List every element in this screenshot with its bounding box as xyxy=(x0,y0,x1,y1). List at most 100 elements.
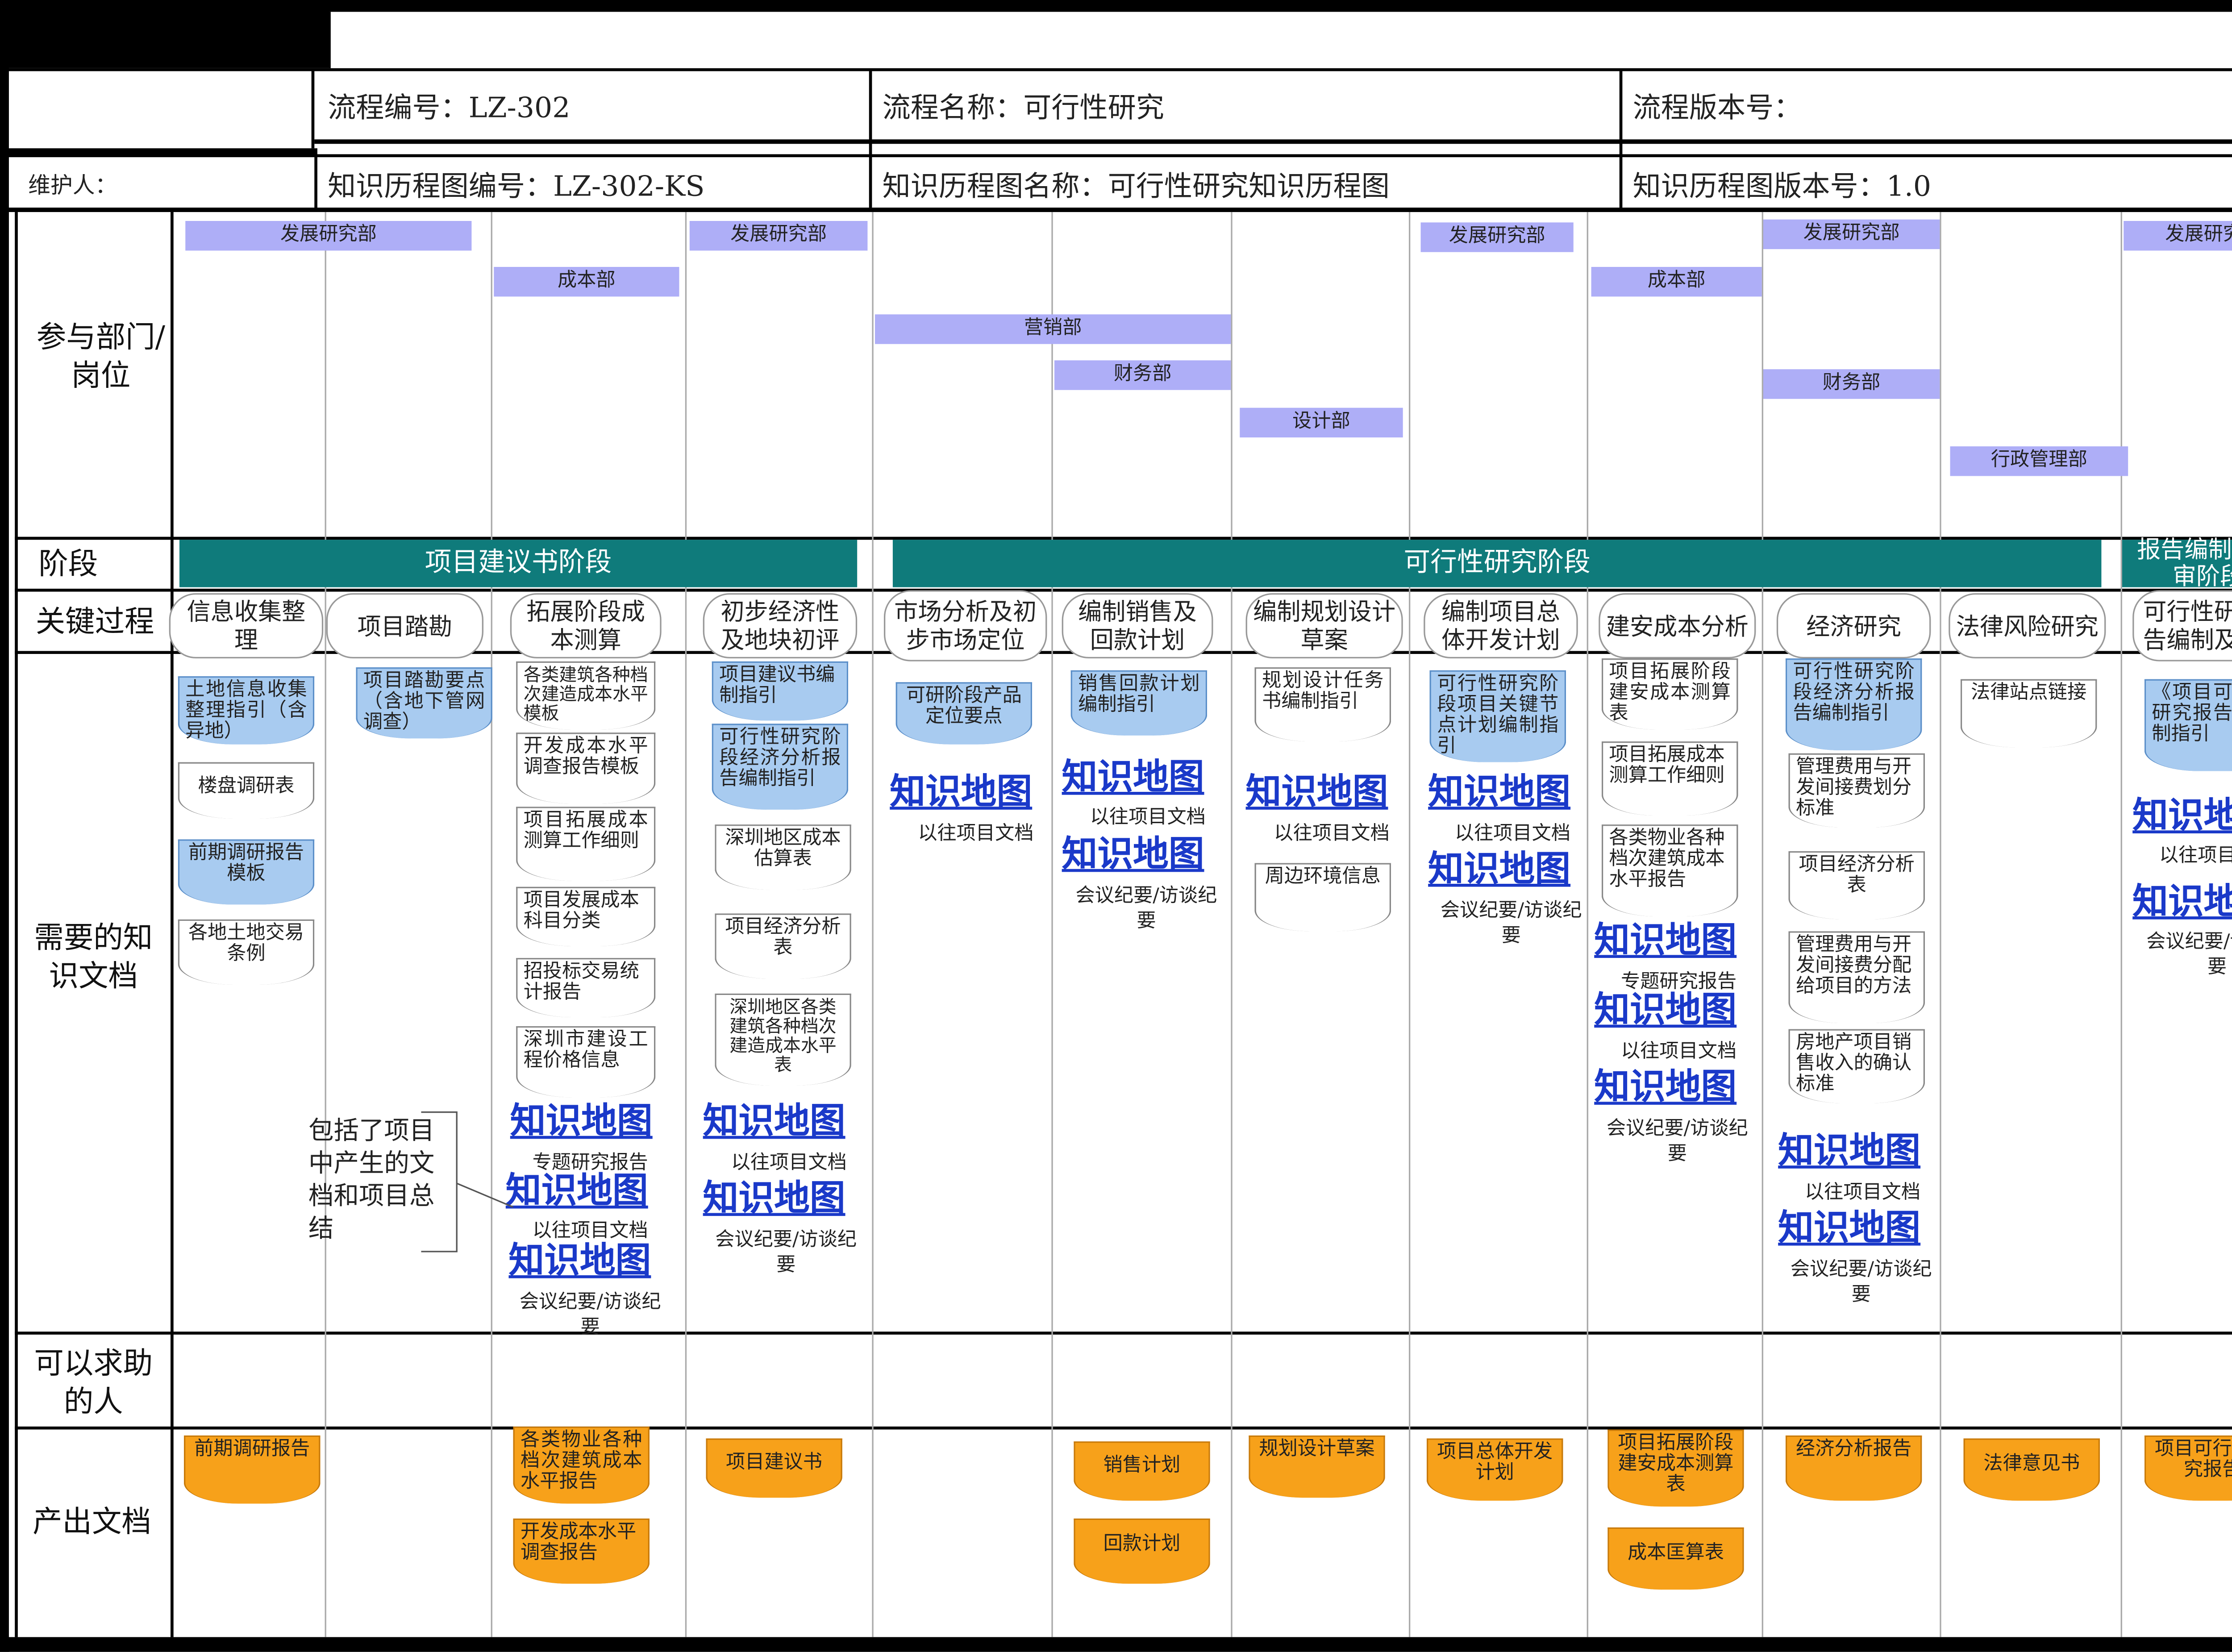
column-line xyxy=(872,212,874,1637)
row-label-helpers: 可以求助的人 xyxy=(34,1345,153,1419)
km-past-docs: 以往项目文档 xyxy=(1274,823,1390,845)
column-line xyxy=(325,212,326,1637)
knowledge-map-link[interactable]: 知识地图 xyxy=(1594,1066,1736,1108)
doc-management-fee-allocation[interactable]: 管理费用与开发间接费分配给项目的方法 xyxy=(1788,931,1925,1024)
knowledge-map-link[interactable]: 知识地图 xyxy=(2132,795,2232,836)
title-strip xyxy=(329,12,2232,68)
doc-land-info-guide[interactable]: 土地信息收集整理指引（含异地） xyxy=(178,676,315,745)
doc-shenzhen-cost-table[interactable]: 深圳地区成本估算表 xyxy=(715,824,851,890)
doc-design-brief-guide[interactable]: 规划设计任务书编制指引 xyxy=(1254,667,1391,742)
rule xyxy=(314,139,2232,144)
column-line xyxy=(1231,212,1233,1637)
knowledge-map-link[interactable]: 知识地图 xyxy=(1062,833,1204,875)
dept-development-research: 发展研究部 xyxy=(185,221,472,251)
output-dev-cost-survey-report[interactable]: 开发成本水平调查报告 xyxy=(513,1518,650,1584)
doc-positioning-points[interactable]: 可研阶段产品定位要点 xyxy=(895,682,1033,745)
knowledge-map-link[interactable]: 知识地图 xyxy=(1778,1207,1920,1248)
column-line xyxy=(491,212,492,1637)
doc-bidding-stats[interactable]: 招投标交易统计报告 xyxy=(516,958,656,1017)
km-past-docs: 以往项目文档 xyxy=(2159,845,2232,868)
km-past-docs: 以往项目文档 xyxy=(1804,1182,1921,1204)
dept-finance: 财务部 xyxy=(1054,360,1231,390)
knowledge-map-link[interactable]: 知识地图 xyxy=(703,1178,845,1219)
doc-dev-cost-survey-template[interactable]: 开发成本水平调查报告模板 xyxy=(516,732,656,804)
process-initial-evaluation: 初步经济性及地块初评 xyxy=(703,593,858,659)
header-left-box xyxy=(9,71,315,149)
doc-shenzhen-construction-cost-table[interactable]: 深圳地区各类建筑各种档次建造成本水平表 xyxy=(715,993,851,1086)
km-minutes: 会议纪要/访谈纪要 xyxy=(519,1291,661,1339)
doc-site-survey-points[interactable]: 项目踏勘要点（含地下管网调查） xyxy=(356,667,492,739)
dept-design: 设计部 xyxy=(1240,408,1403,438)
doc-management-fee-standard[interactable]: 管理费用与开发间接费划分标准 xyxy=(1788,753,1925,828)
doc-cost-estimate-rules[interactable]: 项目拓展成本测算工作细则 xyxy=(1601,741,1738,816)
doc-sales-revenue-standard[interactable]: 房地产项目销售收入的确认标准 xyxy=(1788,1029,1925,1103)
output-sales-plan[interactable]: 销售计划 xyxy=(1074,1441,1210,1501)
knowledge-map-link[interactable]: 知识地图 xyxy=(1062,756,1204,798)
doc-pre-research-template[interactable]: 前期调研报告模板 xyxy=(178,839,315,905)
doc-shenzhen-price-info[interactable]: 深圳市建设工程价格信息 xyxy=(516,1026,656,1098)
knowledge-map-link[interactable]: 知识地图 xyxy=(1594,920,1736,961)
dept-cost: 成本部 xyxy=(494,266,679,297)
output-property-cost-report[interactable]: 各类物业各种档次建筑成本水平报告 xyxy=(513,1426,650,1504)
output-cost-estimate-table[interactable]: 成本匡算表 xyxy=(1607,1527,1744,1590)
output-project-proposal[interactable]: 项目建议书 xyxy=(706,1438,842,1498)
knowledge-map-link[interactable]: 知识地图 xyxy=(1778,1130,1920,1171)
km-minutes: 会议纪要/访谈纪要 xyxy=(1606,1118,1748,1166)
doc-property-survey-form[interactable]: 楼盘调研表 xyxy=(178,762,315,819)
doc-cost-estimate-rules[interactable]: 项目拓展成本测算工作细则 xyxy=(516,807,656,881)
knowledge-map-link[interactable]: 知识地图 xyxy=(703,1100,845,1142)
output-legal-opinion[interactable]: 法律意见书 xyxy=(1963,1438,2100,1501)
doc-construction-cost-estimate[interactable]: 项目拓展阶段建安成本测算表 xyxy=(1601,658,1738,730)
dept-development-research: 发展研究部 xyxy=(689,221,868,251)
doc-economic-analysis-table[interactable]: 项目经济分析表 xyxy=(715,913,851,979)
doc-feasibility-report-guide[interactable]: 《项目可行性研究报告》编制指引 xyxy=(2144,679,2232,771)
km-minutes: 会议纪要/访谈纪要 xyxy=(1440,900,1582,948)
knowledge-map-link[interactable]: 知识地图 xyxy=(890,771,1032,812)
column-line xyxy=(2120,212,2122,1637)
rule xyxy=(0,68,2232,71)
doc-feasibility-analysis-guide[interactable]: 可行性研究阶段经济分析报告编制指引 xyxy=(712,724,849,810)
doc-economic-analysis-guide[interactable]: 可行性研究阶段经济分析报告编制指引 xyxy=(1785,658,1922,750)
knowledge-map-link[interactable]: 知识地图 xyxy=(2132,881,2232,922)
doc-construction-cost-template[interactable]: 各类建筑各种档次建造成本水平模板 xyxy=(516,661,656,730)
doc-key-node-plan-guide[interactable]: 可行性研究阶段项目关键节点计划编制指引 xyxy=(1429,670,1566,762)
doc-cost-subjects[interactable]: 项目发展成本科目分类 xyxy=(516,886,656,946)
output-construction-cost-table[interactable]: 项目拓展阶段建安成本测算表 xyxy=(1607,1429,1744,1507)
dept-admin: 行政管理部 xyxy=(1950,446,2128,476)
rule xyxy=(15,1332,2232,1335)
output-pre-research-report[interactable]: 前期调研报告 xyxy=(183,1435,321,1504)
maintainer-label: 维护人： xyxy=(28,171,117,198)
top-black-bar xyxy=(0,0,2232,12)
knowledge-map-link[interactable]: 知识地图 xyxy=(510,1100,653,1142)
doc-legal-site-links[interactable]: 法律站点链接 xyxy=(1960,679,2097,748)
km-number: 知识历程图编号：LZ-302-KS xyxy=(328,170,705,203)
doc-project-economic-analysis[interactable]: 项目经济分析表 xyxy=(1788,851,1925,920)
process-site-survey: 项目踏勘 xyxy=(326,593,484,659)
km-past-docs: 以往项目文档 xyxy=(1090,807,1206,829)
knowledge-map-link[interactable]: 知识地图 xyxy=(1594,989,1736,1031)
knowledge-map-link[interactable]: 知识地图 xyxy=(1428,848,1570,890)
knowledge-map-link[interactable]: 知识地图 xyxy=(506,1170,648,1211)
process-report-review: 可行性研究报告编制及评审 xyxy=(2132,590,2232,662)
process-sales-plan: 编制销售及回款计划 xyxy=(1062,593,1213,659)
knowledge-map-link[interactable]: 知识地图 xyxy=(1428,771,1570,812)
output-planning-draft[interactable]: 规划设计草案 xyxy=(1249,1435,1385,1498)
output-development-plan[interactable]: 项目总体开发计划 xyxy=(1426,1438,1563,1501)
doc-proposal-guide[interactable]: 项目建议书编制指引 xyxy=(712,661,849,721)
process-market-analysis: 市场分析及初步市场定位 xyxy=(883,590,1047,662)
doc-surrounding-info[interactable]: 周边环境信息 xyxy=(1254,863,1391,932)
knowledge-map-link[interactable]: 知识地图 xyxy=(1246,771,1388,812)
rule xyxy=(15,1426,2232,1430)
output-economic-analysis-report[interactable]: 经济分析报告 xyxy=(1785,1435,1922,1501)
output-payment-plan[interactable]: 回款计划 xyxy=(1074,1518,1210,1584)
rule xyxy=(0,154,2232,158)
stage-proposal: 项目建议书阶段 xyxy=(179,540,858,587)
km-minutes: 会议纪要/访谈纪要 xyxy=(715,1229,857,1277)
annotation-bracket xyxy=(421,1111,514,1253)
process-number: 流程编号：LZ-302 xyxy=(328,91,570,124)
knowledge-map-link[interactable]: 知识地图 xyxy=(508,1240,651,1281)
doc-sales-payment-guide[interactable]: 销售回款计划编制指引 xyxy=(1070,670,1208,736)
doc-property-cost-report[interactable]: 各类物业各种档次建筑成本水平报告 xyxy=(1601,824,1738,917)
doc-land-transaction-rules[interactable]: 各地土地交易条例 xyxy=(178,919,315,985)
output-feasibility-report[interactable]: 项目可行性研究报告 xyxy=(2144,1435,2232,1501)
